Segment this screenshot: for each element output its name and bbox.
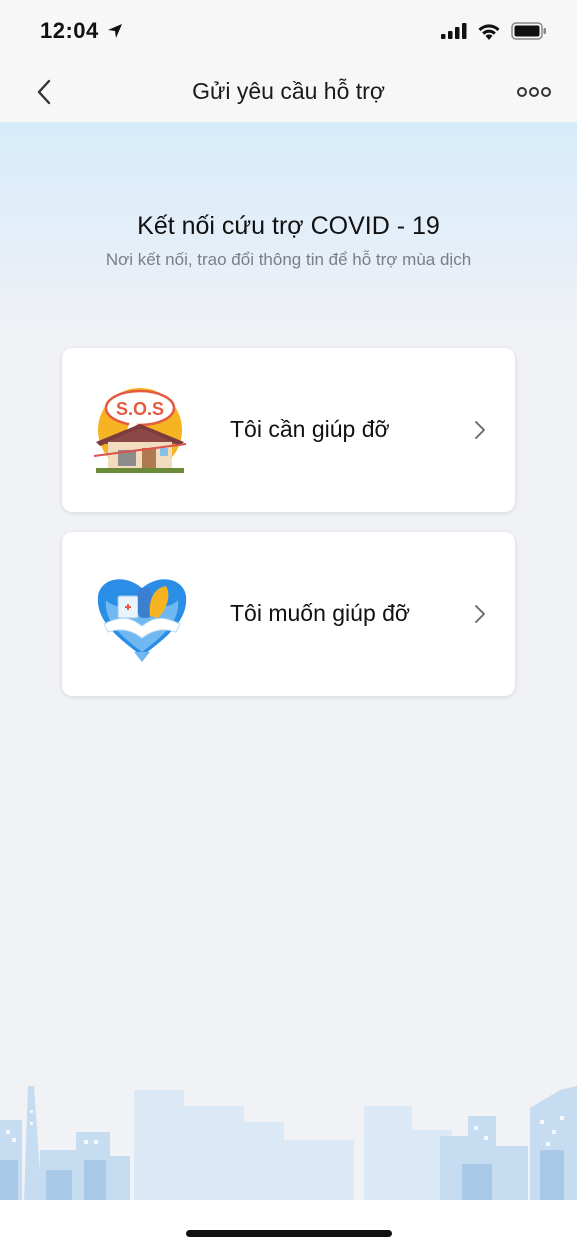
city-skyline-illustration [0,1060,577,1202]
svg-text:S.O.S: S.O.S [116,399,164,419]
want-help-label: Tôi muốn giúp đỡ [230,600,411,626]
signal-icon [441,23,467,39]
more-options-button[interactable] [517,84,551,100]
status-time: 12:04 [40,18,123,44]
page-title: Gửi yêu cầu hỗ trợ [192,78,385,104]
hero-banner: Kết nối cứu trợ COVID - 19 Nơi kết nối, … [0,122,577,342]
status-icons [441,22,547,40]
want-help-card[interactable]: Tôi muốn giúp đỡ [62,532,515,696]
battery-icon [511,22,546,40]
location-arrow-icon [108,24,123,38]
sos-house-icon: S.O.S [92,382,192,482]
heart-hands-icon [92,566,192,666]
nav-header: Gửi yêu cầu hỗ trợ [0,62,577,122]
clock-label: 12:04 [40,18,99,43]
wifi-icon [478,23,500,40]
chevron-right-icon [473,420,487,440]
hero-subtitle: Nơi kết nối, trao đổi thông tin để hỗ tr… [105,250,472,269]
need-help-label: Tôi cần giúp đỡ [230,416,390,442]
more-dots-icon [517,87,551,97]
chevron-right-icon [473,604,487,624]
home-indicator[interactable] [186,1230,392,1237]
bottom-safe-area [0,1200,577,1248]
need-help-card[interactable]: S.O.S Tôi cần giúp đỡ [62,348,515,512]
status-bar: 12:04 [0,0,577,62]
hero-title: Kết nối cứu trợ COVID - 19 [137,212,440,240]
